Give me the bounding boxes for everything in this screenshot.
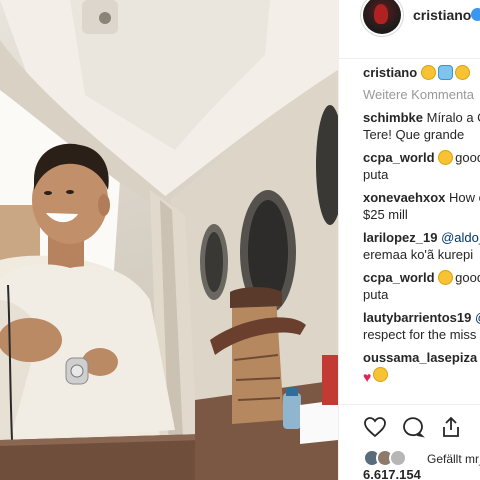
caption: cristiano bbox=[363, 64, 480, 81]
likes-count[interactable]: 6.617.154 bbox=[363, 467, 421, 480]
grinning-face-emoji bbox=[420, 65, 436, 80]
comment-text: eremaa ko'ã kurepi bbox=[363, 247, 474, 262]
comment-text: How c bbox=[449, 190, 480, 205]
comment-text: puta bbox=[363, 167, 389, 182]
clapping-hands-emoji bbox=[438, 270, 454, 285]
comment: schimbke Míralo a C Tere! Que grande bbox=[363, 109, 480, 143]
comment: ccpa_world good puta bbox=[363, 269, 480, 303]
post-actions: Gefällt mr_ 6.617.154 bbox=[339, 404, 480, 480]
comment: larilopez_19 @aldo_ eremaa ko'ã kurepi bbox=[363, 229, 480, 263]
liker-avatar bbox=[389, 449, 407, 467]
post-photo: DI bbox=[0, 0, 338, 480]
comment-username[interactable]: larilopez_19 bbox=[363, 230, 437, 245]
caption-username[interactable]: cristiano bbox=[363, 65, 417, 80]
heart-icon[interactable] bbox=[363, 415, 387, 439]
comment-text: Tere! Que grande bbox=[363, 127, 465, 142]
comment-username[interactable]: schimbke bbox=[363, 110, 423, 125]
comment-text: $25 mill bbox=[363, 207, 408, 222]
comment-text: good bbox=[455, 270, 480, 285]
comment-text: puta bbox=[363, 287, 389, 302]
comment: oussama_lasepiza W ♥ bbox=[363, 349, 480, 385]
comment-username[interactable]: oussama_lasepiza bbox=[363, 350, 477, 365]
grinning-face-emoji bbox=[373, 367, 389, 382]
comment: ccpa_world good puta bbox=[363, 149, 480, 183]
thumbs-up-emoji bbox=[454, 65, 470, 80]
clapping-hands-emoji bbox=[438, 150, 454, 165]
load-more-comments[interactable]: Weitere Kommenta bbox=[363, 87, 480, 102]
author-username[interactable]: cristiano bbox=[413, 7, 471, 23]
share-icon[interactable] bbox=[439, 415, 463, 439]
author-avatar[interactable] bbox=[363, 0, 401, 34]
comment: lautybarrientos19 @ respect for the miss bbox=[363, 309, 480, 343]
comment-username[interactable]: ccpa_world bbox=[363, 270, 435, 285]
heart-emoji: ♥ bbox=[363, 369, 372, 385]
airplane-emoji bbox=[437, 65, 453, 80]
verified-badge-icon bbox=[471, 8, 480, 21]
post-header: cristiano bbox=[339, 0, 480, 59]
comment-mention[interactable]: @ bbox=[475, 310, 480, 325]
post-side-panel: cristiano cristiano Weitere Kommenta sch… bbox=[338, 0, 480, 480]
comment-list: cristiano Weitere Kommenta schimbke Míra… bbox=[363, 64, 480, 391]
comment-icon[interactable] bbox=[401, 415, 425, 439]
comment-text: respect for the miss bbox=[363, 327, 477, 342]
comment: xonevaehxox How c $25 mill bbox=[363, 189, 480, 223]
comment-text: good bbox=[455, 150, 480, 165]
comment-username[interactable]: ccpa_world bbox=[363, 150, 435, 165]
liked-by-text[interactable]: Gefällt mr_ bbox=[427, 452, 480, 466]
comment-text: Míralo a C bbox=[426, 110, 480, 125]
comment-mention[interactable]: @aldo_ bbox=[441, 230, 480, 245]
comment-username[interactable]: xonevaehxox bbox=[363, 190, 445, 205]
comment-username[interactable]: lautybarrientos19 bbox=[363, 310, 471, 325]
